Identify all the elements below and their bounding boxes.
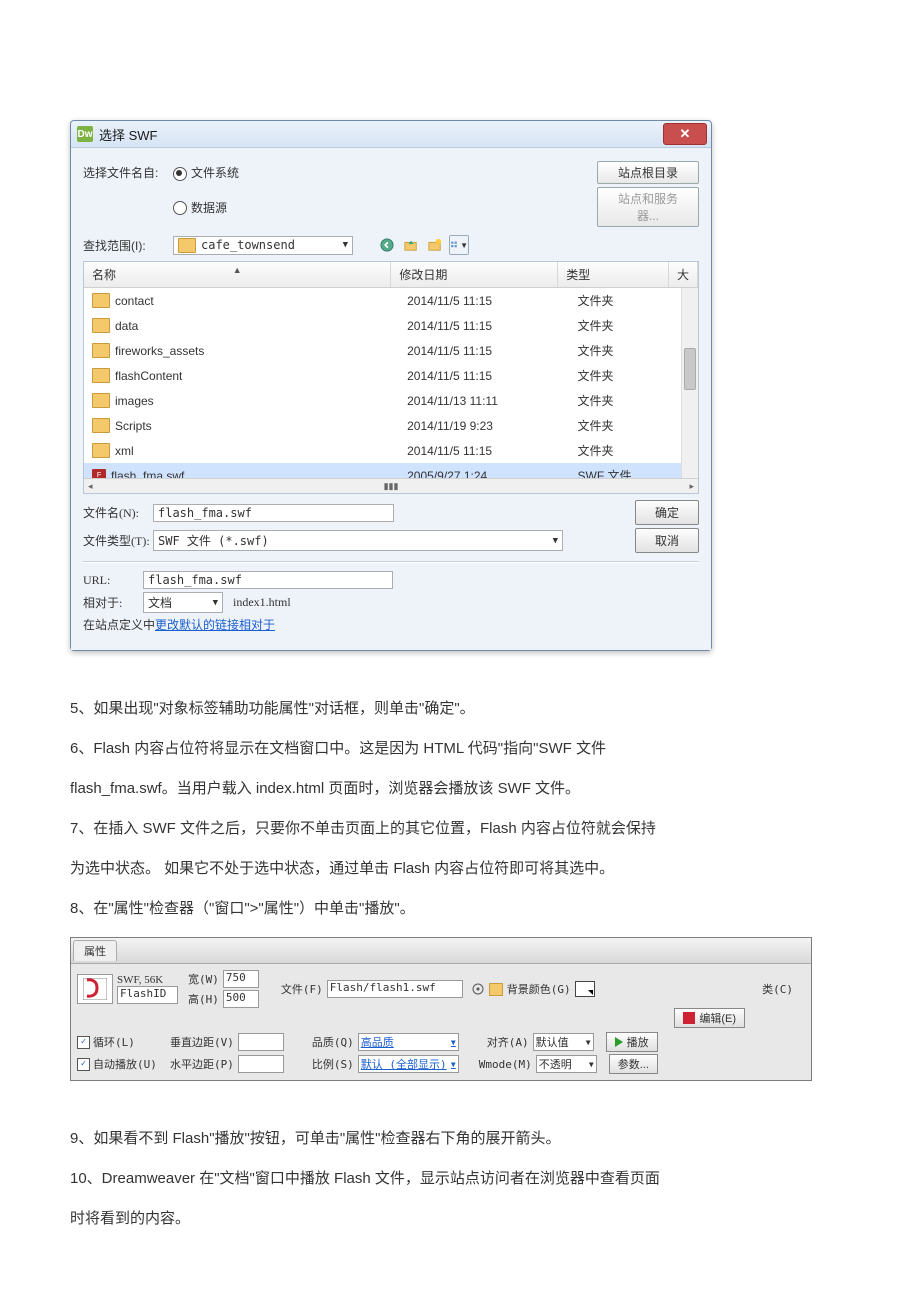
vertical-scrollbar[interactable] (681, 288, 698, 478)
play-icon (615, 1037, 623, 1047)
file-row[interactable]: fireworks_assets2014/11/5 11:15文件夹 (84, 338, 698, 363)
edit-button[interactable]: 编辑(E) (674, 1008, 745, 1028)
ok-button[interactable]: 确定 (635, 500, 699, 525)
swf-file-icon: F (92, 469, 106, 479)
paragraph-7a: 7、在插入 SWF 文件之后，只要你不单击页面上的其它位置，Flash 内容占位… (70, 811, 850, 847)
folder-icon (92, 293, 110, 308)
change-default-link[interactable]: 更改默认的链接相对于 (155, 616, 275, 633)
file-row[interactable]: xml2014/11/5 11:15文件夹 (84, 438, 698, 463)
paragraph-6a: 6、Flash 内容占位符将显示在文档窗口中。这是因为 HTML 代码"指向"S… (70, 731, 850, 767)
parameters-button[interactable]: 参数... (609, 1054, 658, 1074)
swf-thumbnail (77, 974, 113, 1004)
relative-file: index1.html (233, 595, 291, 610)
url-label: URL: (83, 573, 143, 588)
file-row[interactable]: Fflash_fma.swf2005/9/27 1:24SWF 文件 (84, 463, 698, 478)
select-swf-dialog: Dw 选择 SWF ✕ 选择文件名自: 文件系统 站点根目录 数据源 站点和服务… (70, 120, 712, 651)
url-input[interactable]: flash_fma.swf (143, 571, 393, 589)
dialog-titlebar[interactable]: Dw 选择 SWF ✕ (71, 121, 711, 148)
play-button[interactable]: 播放 (606, 1032, 658, 1052)
folder-icon (92, 368, 110, 383)
quality-dropdown[interactable]: 高品质▼ (358, 1033, 459, 1051)
hspace-input[interactable] (238, 1055, 284, 1073)
radio-datasource[interactable] (173, 201, 187, 215)
file-list-header[interactable]: 名称▲ 修改日期 类型 大 (84, 262, 698, 288)
folder-icon (92, 443, 110, 458)
file-row[interactable]: Scripts2014/11/19 9:23文件夹 (84, 413, 698, 438)
site-root-button[interactable]: 站点根目录 (597, 161, 699, 184)
radio-filesystem[interactable] (173, 167, 187, 181)
paragraph-10a: 10、Dreamweaver 在"文档"窗口中播放 Flash 文件，显示站点访… (70, 1161, 850, 1197)
height-input[interactable]: 500 (223, 990, 259, 1008)
look-in-dropdown[interactable]: cafe_townsend ▼ (173, 236, 353, 255)
folder-icon (178, 238, 196, 253)
align-dropdown[interactable]: 默认值▼ (533, 1033, 594, 1051)
wmode-dropdown[interactable]: 不透明▼ (536, 1055, 597, 1073)
width-input[interactable]: 750 (223, 970, 259, 988)
folder-icon (92, 318, 110, 333)
vspace-input[interactable] (238, 1033, 284, 1051)
filename-input[interactable]: flash_fma.swf (153, 504, 394, 522)
horizontal-scrollbar[interactable]: ◂▮▮▮▸ (84, 478, 698, 493)
paragraph-9: 9、如果看不到 Flash"播放"按钮，可单击"属性"检查器右下角的展开箭头。 (70, 1121, 850, 1157)
scale-dropdown[interactable]: 默认 (全部显示)▼ (358, 1055, 459, 1073)
file-row[interactable]: contact2014/11/5 11:15文件夹 (84, 288, 698, 313)
back-icon[interactable] (377, 235, 397, 255)
autoplay-checkbox[interactable]: ✓ (77, 1058, 90, 1071)
properties-tab[interactable]: 属性 (73, 940, 117, 961)
link-prefix: 在站点定义中 (83, 616, 155, 633)
file-row[interactable]: flashContent2014/11/5 11:15文件夹 (84, 363, 698, 388)
relative-label: 相对于: (83, 594, 143, 611)
up-folder-icon[interactable] (401, 235, 421, 255)
paragraph-10b: 时将看到的内容。 (70, 1201, 850, 1237)
select-from-label: 选择文件名自: (83, 164, 173, 181)
view-menu-icon[interactable]: ▼ (449, 235, 469, 255)
paragraph-8: 8、在"属性"检查器（"窗口">"属性"）中单击"播放"。 (70, 891, 850, 927)
close-button[interactable]: ✕ (663, 123, 707, 145)
filename-label: 文件名(N): (83, 504, 153, 521)
folder-icon (92, 418, 110, 433)
swf-size-label: SWF, 56K (117, 974, 178, 986)
dialog-title: 选择 SWF (99, 125, 158, 144)
paragraph-6b: flash_fma.swf。当用户载入 index.html 页面时，浏览器会播… (70, 771, 850, 807)
flash-id-input[interactable]: FlashID (117, 986, 178, 1004)
folder-icon (92, 343, 110, 358)
site-server-button: 站点和服务器... (597, 187, 699, 227)
filetype-dropdown[interactable]: SWF 文件 (*.swf)▼ (153, 530, 563, 551)
file-input[interactable]: Flash/flash1.swf (327, 980, 463, 998)
bgcolor-swatch[interactable] (575, 981, 595, 997)
browse-folder-icon[interactable] (489, 982, 503, 996)
folder-icon (92, 393, 110, 408)
paragraph-5: 5、如果出现"对象标签辅助功能属性"对话框，则单击"确定"。 (70, 691, 850, 727)
file-list: 名称▲ 修改日期 类型 大 contact2014/11/5 11:15文件夹d… (83, 261, 699, 494)
loop-checkbox[interactable]: ✓ (77, 1036, 90, 1049)
filetype-label: 文件类型(T): (83, 532, 153, 549)
cancel-button[interactable]: 取消 (635, 528, 699, 553)
dreamweaver-icon: Dw (77, 126, 93, 142)
properties-panel: 属性 SWF, 56K FlashID 宽(W)750 高(H)500 文件(F… (70, 937, 812, 1081)
point-to-file-icon[interactable] (471, 982, 485, 996)
file-row[interactable]: images2014/11/13 11:11文件夹 (84, 388, 698, 413)
paragraph-7b: 为选中状态。 如果它不处于选中状态，通过单击 Flash 内容占位符即可将其选中… (70, 851, 850, 887)
relative-dropdown[interactable]: 文档▼ (143, 592, 223, 613)
look-in-label: 查找范围(I): (83, 237, 173, 254)
file-row[interactable]: data2014/11/5 11:15文件夹 (84, 313, 698, 338)
new-folder-icon[interactable] (425, 235, 445, 255)
flash-icon (683, 1012, 695, 1024)
